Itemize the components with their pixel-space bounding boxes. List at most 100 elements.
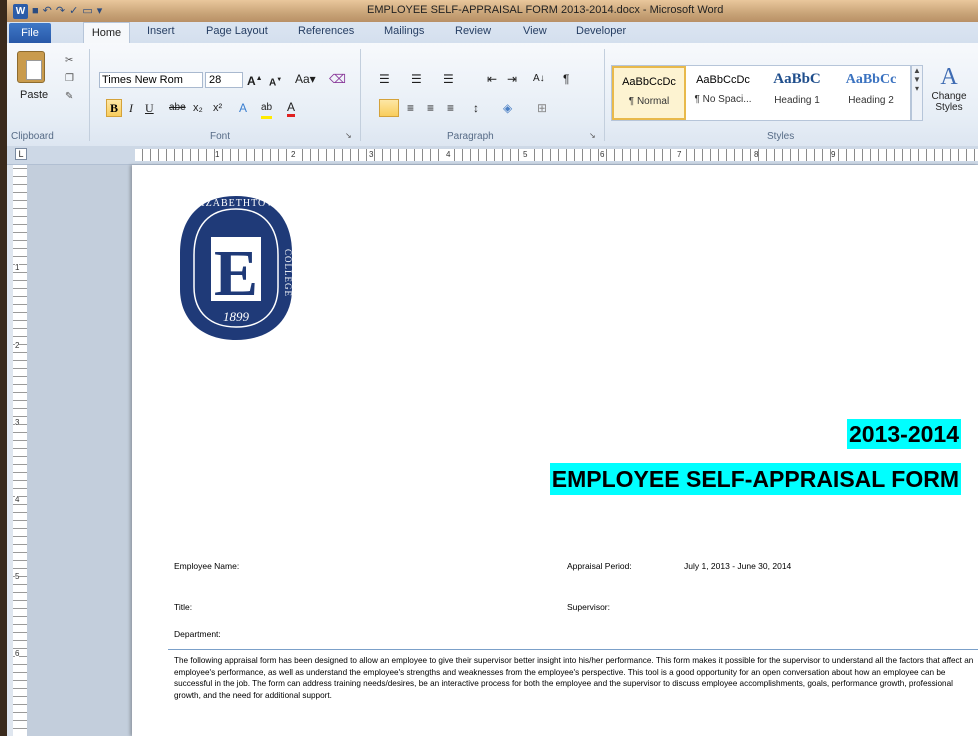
tab-file[interactable]: File xyxy=(9,23,51,43)
logo-letter: E xyxy=(214,237,258,310)
style-sample: AaBbCcDc xyxy=(622,76,676,88)
horizontal-ruler-bar: L 1 2 3 4 5 6 7 8 9 xyxy=(7,146,978,165)
styles-gallery: AaBbCcDc ¶ Normal AaBbCcDc ¶ No Spaci...… xyxy=(611,65,911,121)
cut-icon[interactable]: ✂ xyxy=(65,55,73,66)
tab-review[interactable]: Review xyxy=(455,25,491,37)
style-heading-1[interactable]: AaBbC Heading 1 xyxy=(760,66,834,120)
undo-icon[interactable]: ↶ xyxy=(43,3,52,19)
paste-icon[interactable] xyxy=(17,51,45,83)
tab-page-layout[interactable]: Page Layout xyxy=(206,25,268,37)
style-name: Heading 1 xyxy=(774,95,820,106)
styles-group-label: Styles xyxy=(767,131,795,142)
ruler-mark: 7 xyxy=(677,149,682,161)
format-painter-icon[interactable]: ✎ xyxy=(65,91,73,102)
tab-selector[interactable]: L xyxy=(15,148,27,160)
font-group-label: Font xyxy=(210,131,231,142)
font-size-field[interactable]: 28 xyxy=(205,72,243,88)
underline-button[interactable]: U xyxy=(145,100,154,116)
divider xyxy=(360,49,361,141)
style-name: ¶ No Spaci... xyxy=(694,94,752,105)
tab-home[interactable]: Home xyxy=(83,22,130,43)
show-formatting-icon[interactable]: ¶ xyxy=(563,71,569,87)
document-margin-area xyxy=(27,165,132,736)
open-folder-icon[interactable]: ▭ xyxy=(82,3,92,19)
multilevel-list-icon[interactable]: ☰ xyxy=(443,71,454,87)
title-bar: W ■ ↶ ↷ ✓ ▭ ▾ EMPLOYEE SELF-APPRAISAL FO… xyxy=(7,0,978,22)
grow-font-icon[interactable]: A▲ xyxy=(247,71,263,89)
clipboard-group-label: Clipboard xyxy=(11,131,54,142)
style-normal[interactable]: AaBbCcDc ¶ Normal xyxy=(612,66,686,120)
clear-formatting-icon[interactable]: ⌫ xyxy=(329,71,346,87)
appraisal-period-value: July 1, 2013 - June 30, 2014 xyxy=(684,561,792,571)
logo-top-text: ELIZABETHTOWN xyxy=(187,198,285,209)
justify-icon[interactable]: ≡ xyxy=(447,100,454,116)
save-icon[interactable]: ■ xyxy=(32,3,39,19)
borders-icon[interactable]: ⊞ xyxy=(537,100,547,116)
strikethrough-icon[interactable]: abe xyxy=(169,100,186,116)
tab-view[interactable]: View xyxy=(523,25,547,37)
change-case-icon[interactable]: Aa▾ xyxy=(295,71,316,87)
bullets-icon[interactable]: ☰ xyxy=(379,71,390,87)
ruler-mark: 3 xyxy=(15,418,20,427)
align-right-icon[interactable]: ≡ xyxy=(427,100,434,116)
font-dialog-launcher-icon[interactable]: ↘ xyxy=(345,131,352,140)
style-sample: AaBbCcDc xyxy=(696,74,750,86)
highlight-color-icon[interactable]: ab xyxy=(261,100,273,119)
document-page[interactable]: E ELIZABETHTOWN COLLEGE 1899 2013-2014 E… xyxy=(132,165,978,736)
font-name-field[interactable]: Times New Rom xyxy=(99,72,203,88)
supervisor-label: Supervisor: xyxy=(567,602,610,612)
text-effects-icon[interactable]: A xyxy=(239,100,247,116)
tab-references[interactable]: References xyxy=(298,25,354,37)
intro-paragraph: The following appraisal form has been de… xyxy=(174,656,974,700)
window-title: EMPLOYEE SELF-APPRAISAL FORM 2013-2014.d… xyxy=(367,4,724,16)
ruler-mark: 5 xyxy=(523,149,528,161)
employee-name-label: Employee Name: xyxy=(174,561,240,571)
ruler-mark: 3 xyxy=(369,149,374,161)
spelling-icon[interactable]: ✓ xyxy=(69,3,78,19)
style-sample: AaBbC xyxy=(773,71,821,87)
ribbon-tabs: File Home Insert Page Layout References … xyxy=(7,22,978,43)
style-heading-2[interactable]: AaBbCc Heading 2 xyxy=(834,66,908,120)
redo-icon[interactable]: ↷ xyxy=(56,3,65,19)
style-name: Heading 2 xyxy=(848,95,894,106)
paragraph-dialog-launcher-icon[interactable]: ↘ xyxy=(589,131,596,140)
shrink-font-icon[interactable]: A▼ xyxy=(269,72,282,91)
ruler-mark: 2 xyxy=(15,341,20,350)
font-color-icon[interactable]: A xyxy=(287,100,296,117)
paste-button-label[interactable]: Paste xyxy=(20,89,48,101)
change-styles-label: Change Styles xyxy=(931,91,967,113)
vertical-ruler[interactable]: 1 2 3 4 5 6 xyxy=(13,165,28,736)
align-left-button[interactable] xyxy=(379,99,399,117)
styles-gallery-scroll[interactable]: ▲ ▼ ▾ xyxy=(911,65,923,121)
align-center-icon[interactable]: ≡ xyxy=(407,100,414,116)
change-styles-icon: A xyxy=(940,64,958,90)
word-logo-icon[interactable]: W xyxy=(13,3,28,19)
italic-button[interactable]: I xyxy=(129,100,133,116)
word-window: W ■ ↶ ↷ ✓ ▭ ▾ EMPLOYEE SELF-APPRAISAL FO… xyxy=(7,0,978,736)
logo-year: 1899 xyxy=(223,309,250,324)
superscript-icon[interactable]: x² xyxy=(213,100,222,116)
ruler-mark: 9 xyxy=(831,149,836,161)
line-spacing-icon[interactable]: ↕ xyxy=(473,100,479,116)
sort-icon[interactable]: A↓ xyxy=(533,71,545,87)
tab-insert[interactable]: Insert xyxy=(147,25,175,37)
style-name: ¶ Normal xyxy=(628,96,670,107)
bold-button[interactable]: B xyxy=(106,99,122,117)
customize-qat-icon[interactable]: ▾ xyxy=(97,3,103,19)
tab-developer[interactable]: Developer xyxy=(576,25,626,37)
tab-mailings[interactable]: Mailings xyxy=(384,25,424,37)
ruler-mark: 4 xyxy=(15,495,20,504)
decrease-indent-icon[interactable]: ⇤ xyxy=(487,71,497,87)
copy-icon[interactable]: ❐ xyxy=(65,73,74,84)
ruler-mark: 1 xyxy=(15,263,20,272)
horizontal-ruler[interactable]: 1 2 3 4 5 6 7 8 9 xyxy=(135,149,978,161)
document-year: 2013-2014 xyxy=(847,419,961,449)
shading-icon[interactable]: ◈ xyxy=(503,100,512,116)
style-no-spacing[interactable]: AaBbCcDc ¶ No Spaci... xyxy=(686,66,760,120)
quick-access-toolbar: W ■ ↶ ↷ ✓ ▭ ▾ xyxy=(13,3,102,19)
subscript-icon[interactable]: x₂ xyxy=(193,100,203,116)
ruler-mark: 2 xyxy=(291,149,296,161)
increase-indent-icon[interactable]: ⇥ xyxy=(507,71,517,87)
numbering-icon[interactable]: ☰ xyxy=(411,71,422,87)
change-styles-button[interactable]: A Change Styles xyxy=(927,63,971,113)
